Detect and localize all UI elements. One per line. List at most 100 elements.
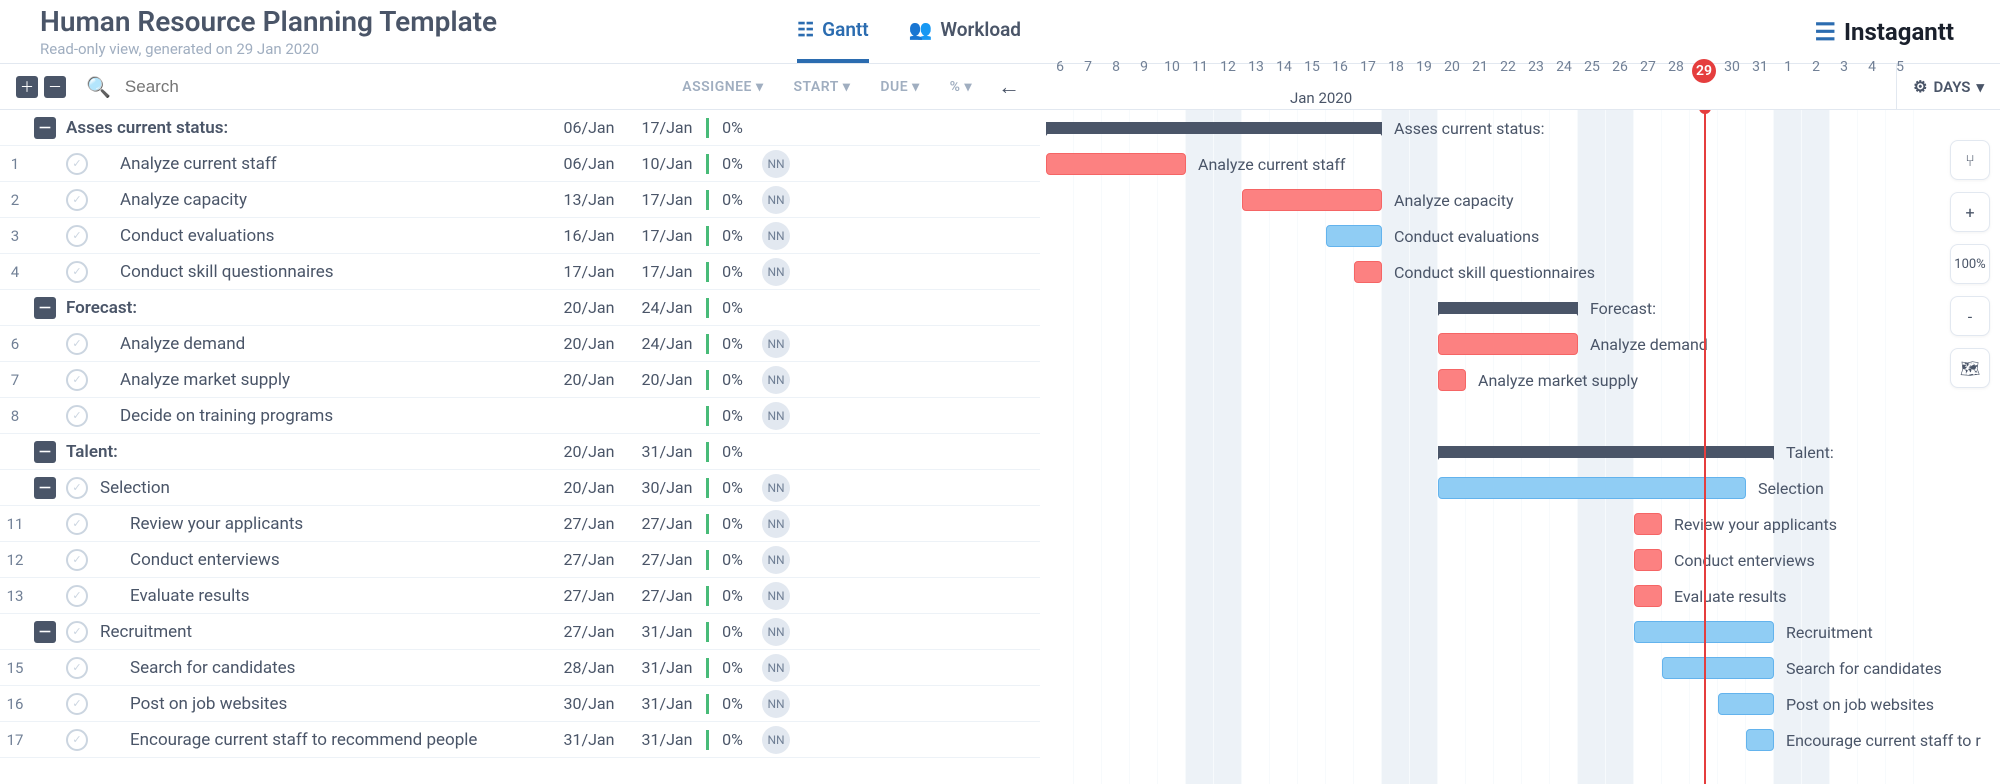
gantt-group-bar[interactable]	[1438, 302, 1578, 314]
assignee-avatar[interactable]: NN	[762, 618, 790, 646]
timeline-day[interactable]: 30	[1718, 59, 1746, 83]
assignee-avatar[interactable]: NN	[762, 546, 790, 574]
task-row[interactable]: 12✓Conduct enterviews27/Jan27/Jan0%NN	[0, 542, 1040, 578]
tab-workload[interactable]: 👥 Workload	[909, 0, 1021, 63]
task-row[interactable]: －Forecast:20/Jan24/Jan0%	[0, 290, 1040, 326]
collapse-button[interactable]: －	[34, 297, 56, 319]
timeline-day[interactable]: 4	[1858, 59, 1886, 83]
gantt-bar[interactable]	[1634, 549, 1662, 571]
task-row[interactable]: 1✓Analyze current staff06/Jan10/Jan0%NN	[0, 146, 1040, 182]
task-row[interactable]: 15✓Search for candidates28/Jan31/Jan0%NN	[0, 650, 1040, 686]
check-icon[interactable]: ✓	[66, 477, 88, 499]
collapse-button[interactable]: －	[34, 117, 56, 139]
task-row[interactable]: 2✓Analyze capacity13/Jan17/Jan0%NN	[0, 182, 1040, 218]
column-due[interactable]: DUE▾	[880, 79, 919, 95]
task-name[interactable]: Conduct evaluations	[100, 226, 550, 246]
check-icon[interactable]: ✓	[66, 513, 88, 535]
timeline-day[interactable]: 18	[1382, 59, 1410, 83]
expand-all-button[interactable]: ＋	[16, 76, 38, 98]
task-name[interactable]: Decide on training programs	[100, 406, 550, 426]
task-row[interactable]: 17✓Encourage current staff to recommend …	[0, 722, 1040, 758]
check-icon[interactable]: ✓	[66, 585, 88, 607]
task-name[interactable]: Post on job websites	[100, 694, 550, 714]
gantt-bar[interactable]	[1662, 657, 1774, 679]
timeline-day[interactable]: 7	[1074, 59, 1102, 83]
timeline-day[interactable]: 19	[1410, 59, 1438, 83]
gantt-bar[interactable]	[1746, 729, 1774, 751]
task-name[interactable]: Selection	[100, 478, 550, 498]
brand-logo[interactable]: ☰ Instagantt	[1814, 18, 1984, 46]
gantt-bar[interactable]	[1634, 513, 1662, 535]
column-start[interactable]: START▾	[793, 79, 850, 95]
gantt-bar[interactable]	[1046, 153, 1186, 175]
timeline-day[interactable]: 24	[1550, 59, 1578, 83]
assignee-avatar[interactable]: NN	[762, 150, 790, 178]
task-row[interactable]: －Asses current status:06/Jan17/Jan0%	[0, 110, 1040, 146]
collapse-all-button[interactable]: －	[44, 76, 66, 98]
timeline-day[interactable]: 16	[1326, 59, 1354, 83]
zoom-level[interactable]: 100%	[1950, 244, 1990, 284]
assignee-avatar[interactable]: NN	[762, 690, 790, 718]
check-icon[interactable]: ✓	[66, 261, 88, 283]
check-icon[interactable]: ✓	[66, 369, 88, 391]
assignee-avatar[interactable]: NN	[762, 474, 790, 502]
task-name[interactable]: Search for candidates	[100, 658, 550, 678]
gantt-group-bar[interactable]	[1438, 446, 1774, 458]
task-name[interactable]: Conduct skill questionnaires	[100, 262, 550, 282]
check-icon[interactable]: ✓	[66, 189, 88, 211]
gantt-bar[interactable]	[1634, 585, 1662, 607]
timeline-day[interactable]: 31	[1746, 59, 1774, 83]
minimap-button[interactable]: 🗺	[1950, 348, 1990, 388]
zoom-in-button[interactable]: +	[1950, 192, 1990, 232]
task-row[interactable]: 3✓Conduct evaluations16/Jan17/Jan0%NN	[0, 218, 1040, 254]
task-name[interactable]: Recruitment	[100, 622, 550, 642]
timeline-day[interactable]: 6	[1046, 59, 1074, 83]
branch-button[interactable]: ⑂	[1950, 140, 1990, 180]
assignee-avatar[interactable]: NN	[762, 402, 790, 430]
task-name[interactable]: Analyze current staff	[100, 154, 550, 174]
timeline-day[interactable]: 17	[1354, 59, 1382, 83]
check-icon[interactable]: ✓	[66, 657, 88, 679]
collapse-button[interactable]: －	[34, 621, 56, 643]
gantt-bar[interactable]	[1718, 693, 1774, 715]
gantt-chart-panel[interactable]: Asses current status:Analyze current sta…	[1040, 110, 2000, 784]
task-name[interactable]: Forecast:	[66, 298, 550, 318]
task-row[interactable]: 13✓Evaluate results27/Jan27/Jan0%NN	[0, 578, 1040, 614]
timeline-day[interactable]: 25	[1578, 59, 1606, 83]
gantt-bar[interactable]	[1326, 225, 1382, 247]
assignee-avatar[interactable]: NN	[762, 726, 790, 754]
timeline-day[interactable]: 22	[1494, 59, 1522, 83]
timeline-day[interactable]: 11	[1186, 59, 1214, 83]
check-icon[interactable]: ✓	[66, 405, 88, 427]
check-icon[interactable]: ✓	[66, 729, 88, 751]
task-name[interactable]: Analyze demand	[100, 334, 550, 354]
timeline-day[interactable]: 8	[1102, 59, 1130, 83]
column-assignee[interactable]: ASSIGNEE▾	[682, 79, 763, 95]
check-icon[interactable]: ✓	[66, 225, 88, 247]
task-row[interactable]: 16✓Post on job websites30/Jan31/Jan0%NN	[0, 686, 1040, 722]
task-row[interactable]: －✓Selection20/Jan30/Jan0%NN	[0, 470, 1040, 506]
task-name[interactable]: Encourage current staff to recommend peo…	[100, 730, 550, 750]
timeline-day[interactable]: 9	[1130, 59, 1158, 83]
gantt-bar[interactable]	[1438, 333, 1578, 355]
check-icon[interactable]: ✓	[66, 693, 88, 715]
task-name[interactable]: Review your applicants	[100, 514, 550, 534]
task-name[interactable]: Evaluate results	[100, 586, 550, 606]
timeline-day-today[interactable]: 29	[1692, 59, 1716, 83]
task-name[interactable]: Talent:	[66, 442, 550, 462]
scroll-left-button[interactable]: ←	[998, 74, 1020, 100]
timeline-day[interactable]: 1	[1774, 59, 1802, 83]
tab-gantt[interactable]: ☷ Gantt	[797, 0, 869, 63]
check-icon[interactable]: ✓	[66, 549, 88, 571]
collapse-button[interactable]: －	[34, 441, 56, 463]
timeline-day[interactable]: 26	[1606, 59, 1634, 83]
timeline-day[interactable]: 21	[1466, 59, 1494, 83]
assignee-avatar[interactable]: NN	[762, 186, 790, 214]
check-icon[interactable]: ✓	[66, 153, 88, 175]
assignee-avatar[interactable]: NN	[762, 366, 790, 394]
check-icon[interactable]: ✓	[66, 333, 88, 355]
gantt-bar[interactable]	[1438, 477, 1746, 499]
assignee-avatar[interactable]: NN	[762, 582, 790, 610]
assignee-avatar[interactable]: NN	[762, 330, 790, 358]
task-name[interactable]: Conduct enterviews	[100, 550, 550, 570]
